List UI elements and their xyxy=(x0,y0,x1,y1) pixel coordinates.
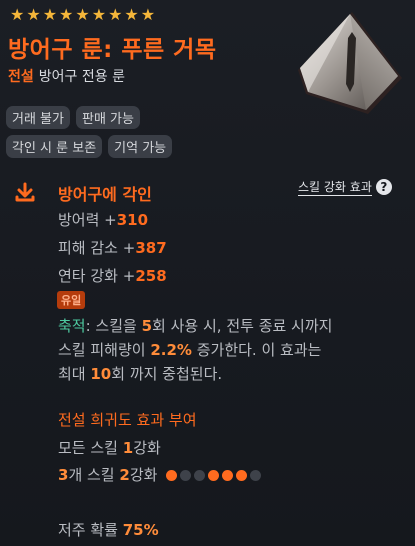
star-icon: ★ xyxy=(10,5,25,24)
dot-empty xyxy=(194,470,206,481)
dot-empty xyxy=(180,470,192,481)
tag-sellable: 판매 가능 xyxy=(75,106,140,129)
rune-stone-icon xyxy=(298,12,402,114)
curse-chance: 저주 확률 75% xyxy=(58,521,159,539)
skill-enhance-help-button[interactable]: 스킬 강화 효과 ? xyxy=(298,178,392,196)
section-title: 방어구에 각인 xyxy=(58,185,152,204)
rarity-effect-title: 전설 희귀도 효과 부여 xyxy=(58,411,197,429)
item-tags: 거래 불가 판매 가능 각인 시 룬 보존 기억 가능 xyxy=(6,106,296,164)
star-icon: ★ xyxy=(26,5,41,24)
dot-filled xyxy=(166,470,178,481)
star-icon: ★ xyxy=(91,5,107,24)
item-subtitle: 전설 방어구 전용 룬 xyxy=(8,66,125,86)
star-icon: ★ xyxy=(108,5,123,24)
star-icon: ★ xyxy=(75,5,90,24)
stat-damage-reduction: 피해 감소 +387 xyxy=(58,239,167,257)
effect-description: 축적: 스킬을 5회 사용 시, 전투 종료 시까지 스킬 피해량이 2.2% … xyxy=(58,317,333,383)
item-category: 방어구 전용 룬 xyxy=(38,69,125,85)
enhance-level-dots xyxy=(166,470,262,481)
rarity-effect-line-1: 모든 스킬 1강화 xyxy=(58,439,161,457)
rune-tooltip-panel: ★ ★ ★ ★ ★ ★ ★ ★ ★ 방어구 룬: 푸른 거목 전설 방어구 전용 룬 거래 불가 … xyxy=(0,0,415,546)
star-icon: ★ xyxy=(124,5,139,24)
unique-badge: 유일 xyxy=(57,291,86,309)
dot-filled xyxy=(222,470,234,481)
tag-row: 각인 시 룬 보존 기억 가능 xyxy=(6,135,296,158)
question-icon: ? xyxy=(375,179,392,195)
rarity-effect-line-2: 3개 스킬 2강화 xyxy=(58,464,262,485)
help-label: 스킬 강화 효과 xyxy=(298,180,372,196)
dot-filled xyxy=(236,470,248,481)
dot-empty xyxy=(250,470,262,481)
dot-filled xyxy=(208,470,220,481)
stat-defense: 방어력 +310 xyxy=(58,211,149,229)
engrave-arrow-icon xyxy=(15,182,35,202)
tag-rune-preserve: 각인 시 룬 보존 xyxy=(6,135,103,158)
star-rating: ★ ★ ★ ★ ★ ★ ★ ★ ★ xyxy=(10,6,155,24)
tag-no-trade: 거래 불가 xyxy=(6,106,70,129)
item-grade: 전설 xyxy=(8,69,34,85)
item-name: 방어구 룬: 푸른 거목 xyxy=(8,37,217,63)
star-icon: ★ xyxy=(42,5,58,24)
effect-keyword: 축적 xyxy=(58,317,86,335)
star-icon: ★ xyxy=(59,5,74,24)
stat-combo-enhance: 연타 강화 +258 xyxy=(58,267,167,285)
tag-row: 거래 불가 판매 가능 xyxy=(6,106,296,129)
tag-memorable: 기억 가능 xyxy=(108,135,173,158)
star-icon: ★ xyxy=(140,5,156,24)
